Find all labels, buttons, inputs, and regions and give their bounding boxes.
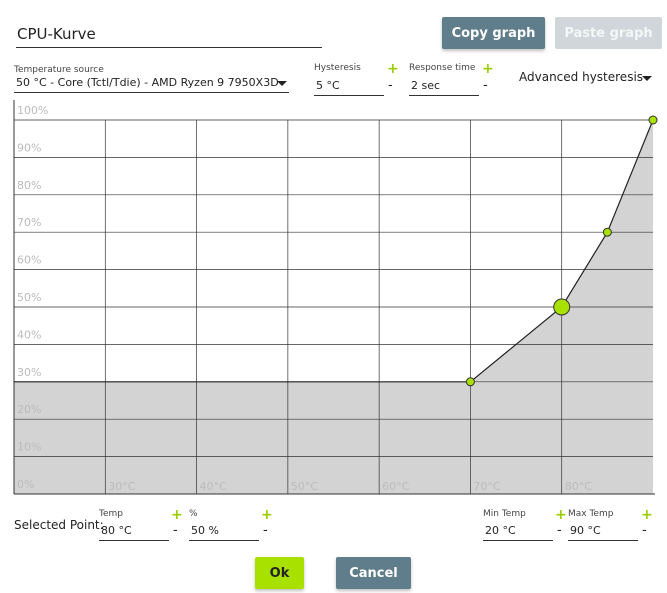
y-tick-label: 0% (17, 478, 34, 491)
y-tick-label: 70% (17, 216, 41, 229)
selected-temp-plus-button[interactable]: + (171, 508, 183, 522)
copy-graph-button[interactable]: Copy graph (442, 17, 545, 49)
response-time-input[interactable]: 2 sec (409, 76, 479, 96)
curve-point[interactable] (648, 115, 658, 125)
x-tick-label: 60°C (382, 480, 409, 493)
y-tick-label: 100% (17, 104, 48, 117)
advanced-hysteresis-value: Advanced hysteresis (519, 70, 644, 84)
x-tick-label: 80°C (565, 480, 592, 493)
response-time-plus-button[interactable]: + (482, 62, 494, 76)
curve-point[interactable] (465, 377, 475, 387)
chevron-down-icon (642, 76, 652, 81)
fan-curve-chart[interactable]: 0% 10% 20% 30% 40% 50% 60% 70% 80% 90% 100% 30°C 40°… (0, 100, 667, 505)
y-tick-label: 50% (17, 291, 41, 304)
min-temp-minus-button[interactable]: - (557, 524, 562, 538)
selected-temp-input[interactable]: 80 °C (99, 521, 169, 541)
min-temp-plus-button[interactable]: + (555, 508, 567, 522)
hysteresis-minus-button[interactable]: - (388, 79, 393, 93)
response-time-label: Response time (409, 63, 476, 73)
selected-point-label: Selected Point: (14, 518, 104, 532)
paste-graph-button[interactable]: Paste graph (555, 17, 662, 49)
x-tick-label: 70°C (473, 480, 500, 493)
response-time-minus-button[interactable]: - (483, 79, 488, 93)
min-temp-input[interactable]: 20 °C (483, 521, 553, 541)
chevron-down-icon (277, 81, 287, 86)
ok-button[interactable]: Ok (255, 557, 304, 589)
selected-temp-label: Temp (99, 509, 123, 519)
y-tick-label: 10% (17, 441, 41, 454)
x-tick-label: 40°C (200, 480, 227, 493)
temp-source-value: 50 °C - Core (Tctl/Tdie) - AMD Ryzen 9 7… (16, 76, 279, 89)
y-tick-label: 80% (17, 179, 41, 192)
selected-percent-input[interactable]: 50 % (189, 521, 259, 541)
selected-curve-point[interactable] (553, 298, 571, 316)
min-temp-label: Min Temp (483, 509, 526, 519)
x-tick-label: 50°C (291, 480, 318, 493)
y-tick-label: 60% (17, 254, 41, 267)
temp-source-select[interactable]: 50 °C - Core (Tctl/Tdie) - AMD Ryzen 9 7… (14, 73, 289, 93)
hysteresis-plus-button[interactable]: + (387, 62, 399, 76)
selected-percent-label: % (189, 509, 198, 519)
max-temp-input[interactable]: 90 °C (568, 521, 638, 541)
curve-name-input[interactable] (16, 20, 322, 48)
hysteresis-input[interactable]: 5 °C (314, 76, 384, 96)
max-temp-plus-button[interactable]: + (641, 508, 653, 522)
cancel-button[interactable]: Cancel (336, 557, 411, 589)
max-temp-label: Max Temp (568, 509, 614, 519)
selected-temp-minus-button[interactable]: - (173, 524, 178, 538)
advanced-hysteresis-select[interactable]: Advanced hysteresis (519, 70, 654, 88)
max-temp-minus-button[interactable]: - (642, 524, 647, 538)
x-tick-label: 30°C (108, 480, 135, 493)
curve-point[interactable] (602, 227, 612, 237)
y-tick-label: 40% (17, 328, 41, 341)
y-tick-label: 20% (17, 403, 41, 416)
selected-percent-minus-button[interactable]: - (263, 524, 268, 538)
hysteresis-label: Hysteresis (314, 63, 361, 73)
selected-percent-plus-button[interactable]: + (261, 508, 273, 522)
y-tick-label: 30% (17, 366, 41, 379)
y-tick-label: 90% (17, 141, 41, 154)
